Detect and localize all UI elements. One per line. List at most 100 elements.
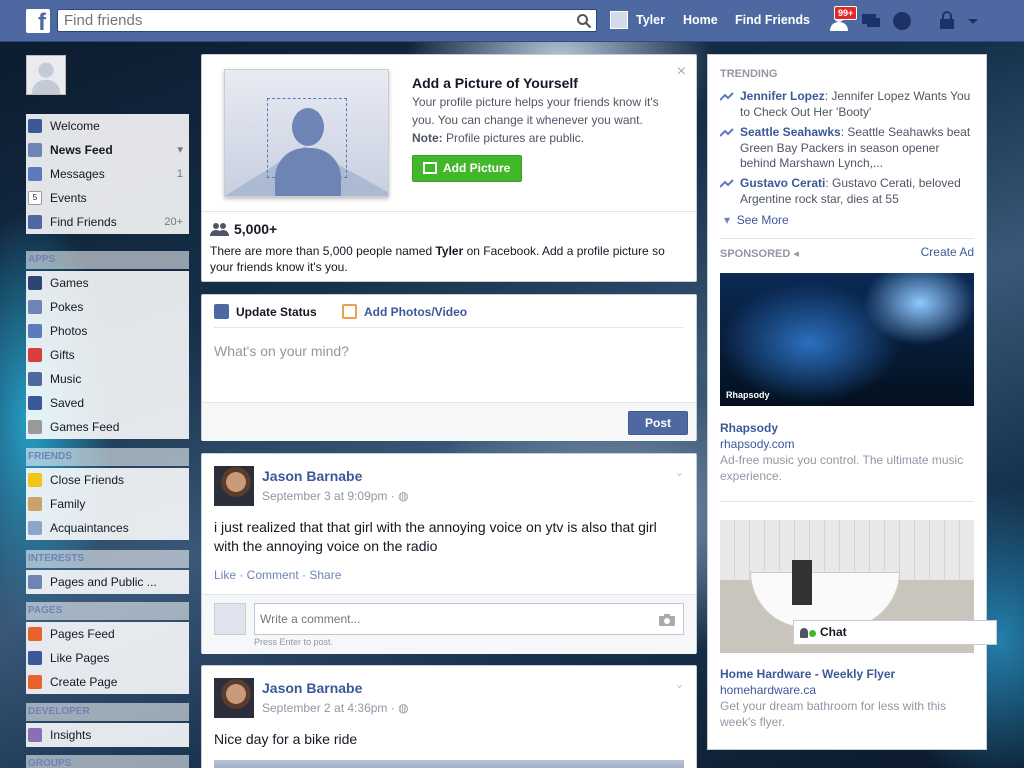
find-friends-link[interactable]: Find Friends <box>735 13 810 27</box>
post-button[interactable]: Post <box>628 411 688 435</box>
sidebar-item-label: Events <box>50 191 87 205</box>
megaphone-icon: ◂ <box>793 248 799 260</box>
sidebar-item-like-pages[interactable]: Like Pages <box>26 646 189 670</box>
silhouette-head <box>292 108 324 146</box>
ad-title[interactable]: Rhapsody <box>720 421 778 435</box>
sidebar-item-pokes[interactable]: Pokes <box>26 295 189 319</box>
sidebar-item-games-feed[interactable]: Games Feed <box>26 415 189 439</box>
add-picture-button[interactable]: Add Picture <box>412 155 522 182</box>
online-status-icon <box>809 630 816 637</box>
camera-icon <box>342 304 357 319</box>
placeholder: Write a comment... <box>260 612 361 626</box>
composer-footer: Post <box>202 402 696 441</box>
trending-item[interactable]: Jennifer Lopez: Jennifer Lopez Wants You… <box>720 89 975 120</box>
user-avatar[interactable] <box>610 11 628 29</box>
author-name-link[interactable]: Jason Barnabe <box>262 468 362 484</box>
author-avatar[interactable] <box>214 466 254 506</box>
sidebar-item-gifts[interactable]: Gifts <box>26 343 189 367</box>
commenter-avatar <box>214 603 246 635</box>
text-part: There are more than 5,000 people named <box>210 244 436 258</box>
note-label: Note: <box>412 131 443 145</box>
groups-header: GROUPS <box>26 755 189 768</box>
gamepad-icon <box>28 420 42 434</box>
see-more-link[interactable]: ▾ See More <box>724 213 789 227</box>
sidebar-item-close-friends[interactable]: Close Friends <box>26 468 189 492</box>
author-avatar[interactable] <box>214 678 254 718</box>
chevron-down-icon[interactable]: ⌄ <box>675 466 684 479</box>
ad-title[interactable]: Home Hardware - Weekly Flyer <box>720 667 895 681</box>
status-input[interactable]: What's on your mind? <box>214 343 349 359</box>
facebook-logo-icon[interactable]: f <box>26 9 50 33</box>
home-link[interactable]: Home <box>683 13 718 27</box>
author-name-link[interactable]: Jason Barnabe <box>262 680 362 696</box>
post-photo[interactable] <box>214 760 684 768</box>
create-ad-link[interactable]: Create Ad <box>921 245 974 259</box>
divider <box>720 501 974 502</box>
star-icon <box>28 473 42 487</box>
sidebar-item-label: Create Page <box>50 675 118 689</box>
comment-input[interactable]: Write a comment... <box>254 603 684 635</box>
ad-description: Ad-free music you control. The ultimate … <box>720 453 964 483</box>
profile-thumbnail[interactable] <box>26 55 66 95</box>
sidebar-item-acquaintances[interactable]: Acquaintances <box>26 516 189 540</box>
trending-item[interactable]: Gustavo Cerati: Gustavo Cerati, beloved … <box>720 176 975 207</box>
trending-arrow-icon <box>720 92 734 101</box>
divider <box>720 238 974 239</box>
search-input[interactable] <box>58 10 568 31</box>
sidebar-item-label: Gifts <box>50 348 75 362</box>
tab-update-status[interactable]: Update Status <box>214 304 317 319</box>
name-bold: Tyler <box>435 244 464 258</box>
top-bar: f Tyler Home Find Friends 99+ <box>0 0 1024 42</box>
post-actions[interactable]: Like · Comment · Share <box>214 568 341 582</box>
tile-wall <box>720 520 974 580</box>
plus-icon <box>28 675 42 689</box>
ad-url[interactable]: rhapsody.com <box>720 437 794 451</box>
messages-icon[interactable] <box>860 10 882 32</box>
globe-icon[interactable] <box>891 10 913 32</box>
chevron-down-icon[interactable] <box>966 10 980 32</box>
sidebar-item-games[interactable]: Games <box>26 271 189 295</box>
sidebar-item-label: Saved <box>50 396 85 410</box>
sidebar-item-label: Pages Feed <box>50 627 115 641</box>
developer-header: DEVELOPER <box>26 703 189 721</box>
globe-icon: ◍ <box>398 489 409 503</box>
sidebar-item-events[interactable]: 5 Events <box>26 186 189 210</box>
name-count: 5,000+ <box>210 221 277 237</box>
sidebar-item-pages-feed[interactable]: Pages Feed <box>26 622 189 646</box>
sidebar-item-insights[interactable]: Insights <box>26 723 189 747</box>
calendar-icon: 5 <box>28 191 42 205</box>
ad-image-rhapsody[interactable]: Rhapsody <box>720 273 974 406</box>
add-profile-picture-card: Add a Picture of Yourself Your profile p… <box>201 54 697 282</box>
sidebar-item-messages[interactable]: Messages 1 <box>26 162 189 186</box>
sidebar-item-welcome[interactable]: Welcome <box>26 114 189 138</box>
chevron-down-icon[interactable]: ⌄ <box>675 678 684 691</box>
sidebar-item-find-friends[interactable]: Find Friends 20+ <box>26 210 189 234</box>
sidebar-item-create-page[interactable]: Create Page <box>26 670 189 694</box>
sidebar-item-label: Welcome <box>50 119 100 133</box>
sidebar-item-photos[interactable]: Photos <box>26 319 189 343</box>
tab-add-photos[interactable]: Add Photos/Video <box>342 304 467 319</box>
left-nav-interests: Pages and Public ... <box>26 570 189 594</box>
sidebar-item-saved[interactable]: Saved <box>26 391 189 415</box>
search-icon[interactable] <box>576 13 592 29</box>
trending-item[interactable]: Seattle Seahawks: Seattle Seahawks beat … <box>720 125 975 172</box>
close-icon[interactable]: × <box>677 63 686 81</box>
post-timestamp[interactable]: September 2 at 4:36pm · ◍ <box>262 701 409 715</box>
post-timestamp[interactable]: September 3 at 9:09pm · ◍ <box>262 489 409 503</box>
sidebar-item-news-feed[interactable]: News Feed ▾ <box>26 138 189 162</box>
chevron-down-icon[interactable]: ▾ <box>177 138 183 162</box>
ad-url[interactable]: homehardware.ca <box>720 683 816 697</box>
privacy-lock-icon[interactable] <box>937 10 959 32</box>
sidebar-item-pages-public[interactable]: Pages and Public ... <box>26 570 189 594</box>
count-value: 5,000+ <box>234 221 278 237</box>
camera-icon[interactable] <box>659 613 675 626</box>
pages-header: PAGES <box>26 602 189 620</box>
chat-bar[interactable]: Chat <box>793 620 997 645</box>
sidebar-item-family[interactable]: Family <box>26 492 189 516</box>
feed-post: Jason Barnabe September 3 at 9:09pm · ◍ … <box>201 453 697 654</box>
sidebar-item-music[interactable]: Music <box>26 367 189 391</box>
person-icon <box>800 628 808 638</box>
sidebar-item-label: Pokes <box>50 300 84 314</box>
sidebar-item-label: Games Feed <box>50 420 120 434</box>
user-name-link[interactable]: Tyler <box>636 13 665 27</box>
